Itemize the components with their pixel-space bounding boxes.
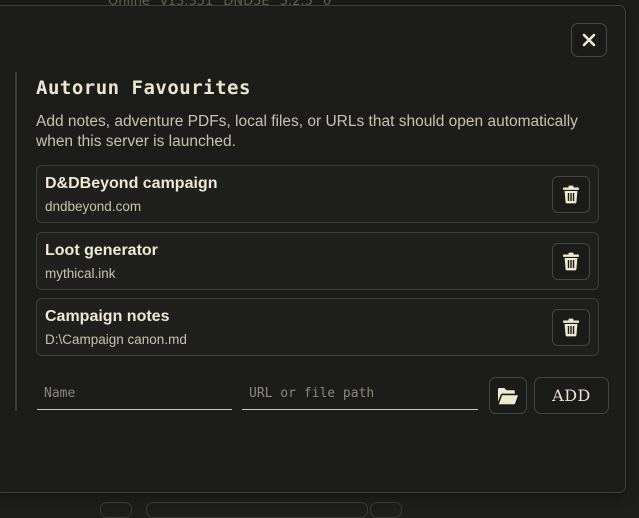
- background-controls: [100, 502, 402, 518]
- dialog-title: Autorun Favourites: [36, 77, 251, 99]
- favourite-url-input[interactable]: [242, 377, 478, 410]
- close-button[interactable]: [571, 23, 607, 57]
- favourite-name: Campaign notes: [45, 308, 170, 325]
- background-pill: [370, 502, 402, 518]
- dialog-description: Add notes, adventure PDFs, local files, …: [36, 113, 578, 150]
- favourite-name: D&DBeyond campaign: [45, 175, 218, 192]
- delete-favourite-button[interactable]: [552, 243, 590, 280]
- favourite-name-input[interactable]: [37, 377, 232, 410]
- background-pill: [146, 502, 368, 518]
- section-accent-line: [15, 72, 17, 411]
- browse-file-button[interactable]: [489, 377, 527, 414]
- favourite-item: Loot generator mythical.ink: [36, 232, 599, 290]
- delete-favourite-button[interactable]: [552, 309, 590, 346]
- trash-icon: [563, 318, 579, 337]
- favourite-item: Campaign notes D:\Campaign canon.md: [36, 298, 599, 356]
- trash-icon: [563, 185, 579, 204]
- folder-open-icon: [498, 387, 518, 404]
- delete-favourite-button[interactable]: [552, 176, 590, 213]
- close-icon: [582, 33, 596, 47]
- favourite-name: Loot generator: [45, 242, 158, 259]
- favourite-path: D:\Campaign canon.md: [45, 332, 187, 347]
- favourite-path: dndbeyond.com: [45, 199, 142, 214]
- favourite-item: D&DBeyond campaign dndbeyond.com: [36, 165, 599, 223]
- autorun-favourites-dialog: Autorun Favourites Add notes, adventure …: [0, 5, 626, 493]
- trash-icon: [563, 252, 579, 271]
- add-favourite-button[interactable]: ADD: [534, 377, 609, 414]
- background-pill: [100, 502, 132, 518]
- favourite-path: mythical.ink: [45, 266, 116, 281]
